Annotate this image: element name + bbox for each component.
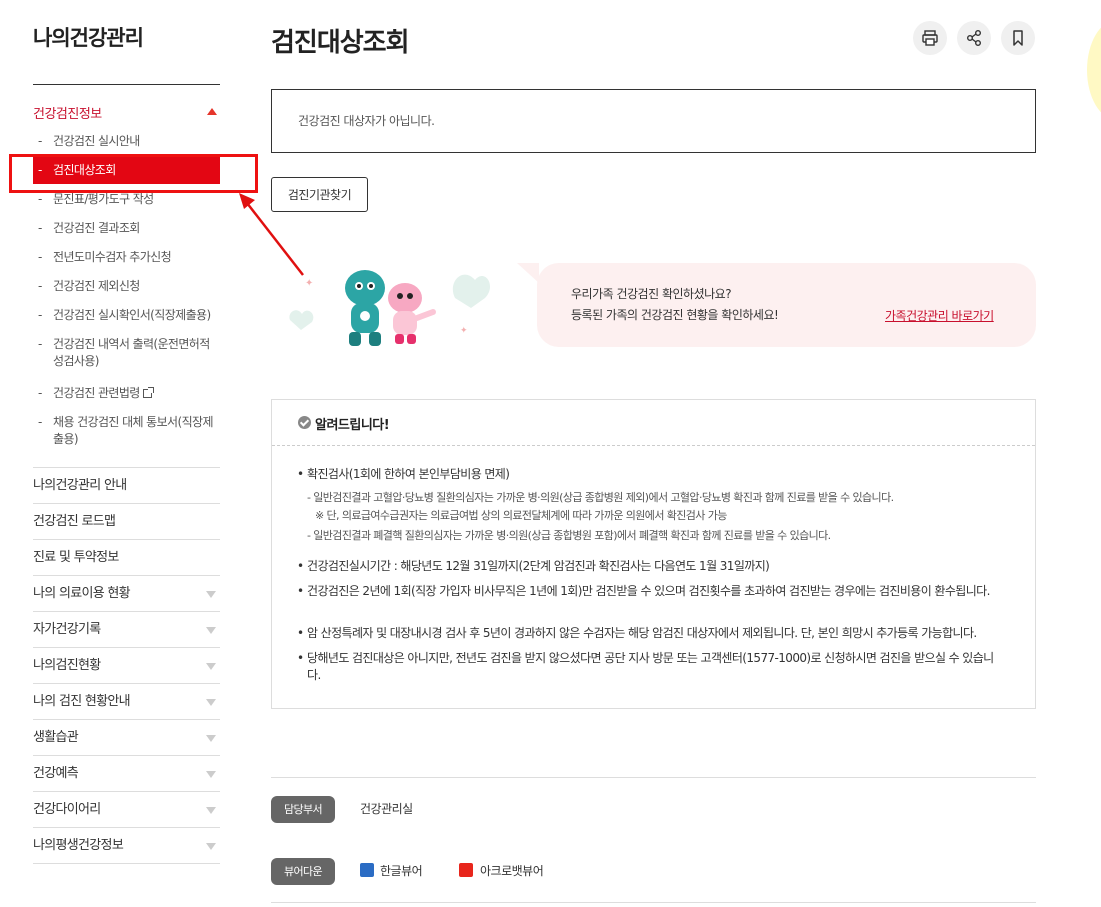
result-notice-text: 건강검진 대상자가 아닙니다. <box>298 114 435 128</box>
info-subline: - 일반검진결과 고혈압·당뇨병 질환의심자는 가까운 병·의원(상급 종합병원… <box>307 491 894 504</box>
bookmark-button[interactable] <box>1001 21 1035 55</box>
family-health-link[interactable]: 가족건강관리 바로가기 <box>885 307 994 324</box>
pdf-viewer-icon <box>459 863 473 877</box>
chevron-down-icon <box>206 771 216 778</box>
submenu-item[interactable]: - 건강검진 실시확인서(직장제출용) <box>38 307 220 324</box>
info-bullet: 건강검진은 2년에 1회(직장 가입자 비사무직은 1년에 1회)만 검진받을 … <box>297 583 1007 600</box>
submenu-item[interactable]: - 채용 건강검진 대체 통보서(직장제출용) <box>38 414 220 448</box>
print-button[interactable] <box>913 21 947 55</box>
chevron-down-icon <box>206 663 216 670</box>
footer-divider-bottom <box>271 902 1036 903</box>
menu-item[interactable]: 나의 의료이용 현황 <box>33 576 220 612</box>
acrobat-viewer-link[interactable]: 아크로뱃뷰어 <box>480 862 544 879</box>
result-notice-box: 건강검진 대상자가 아닙니다. <box>271 89 1036 153</box>
menu-item[interactable]: 나의평생건강정보 <box>33 828 220 864</box>
banner-line1: 우리가족 건강검진 확인하셨나요? <box>571 287 732 301</box>
hwp-viewer-icon <box>360 863 374 877</box>
info-bullet: 당해년도 검진대상은 아니지만, 전년도 검진을 받지 않으셨다면 공단 지사 … <box>297 650 1007 684</box>
chevron-down-icon <box>206 807 216 814</box>
decorative-circle <box>1087 20 1101 120</box>
section-label: 건강검진정보 <box>33 107 102 122</box>
collapse-triangle-icon <box>207 108 217 115</box>
share-button[interactable] <box>957 21 991 55</box>
bookmark-icon <box>1013 30 1023 46</box>
submenu-item[interactable]: - 건강검진 제외신청 <box>38 278 220 295</box>
info-bullet: 암 산정특례자 및 대장내시경 검사 후 5년이 경과하지 않은 수검자는 해당… <box>297 625 1007 642</box>
info-subline: ※ 단, 의료급여수급권자는 의료급여법 상의 의료전달체계에 따라 가까운 의… <box>315 509 727 522</box>
hwp-viewer-link[interactable]: 한글뷰어 <box>380 862 423 879</box>
submenu-item[interactable]: - 건강검진 내역서 출력(운전면허적성검사용) <box>38 336 220 370</box>
menu-item[interactable]: 진료 및 투약정보 <box>33 540 220 576</box>
menu-item[interactable]: 건강예측 <box>33 756 220 792</box>
svg-text:✦: ✦ <box>460 326 468 336</box>
mascot-illustration: ✦ ✦ <box>289 270 491 346</box>
info-subline: - 일반검진결과 폐결핵 질환의심자는 가까운 병·의원(상급 종합병원 포함)… <box>307 529 831 542</box>
menu-item[interactable]: 나의건강관리 안내 <box>33 468 220 504</box>
submenu-item[interactable]: - 건강검진 실시안내 <box>38 133 220 150</box>
chevron-down-icon <box>206 735 216 742</box>
external-link-icon <box>142 387 154 398</box>
menu-item[interactable]: 나의 검진 현황안내 <box>33 684 220 720</box>
chevron-down-icon <box>206 591 216 598</box>
family-health-banner: 우리가족 건강검진 확인하셨나요? 등록된 가족의 건강검진 현황을 확인하세요… <box>517 263 1036 347</box>
annotation-highlight-box <box>9 154 258 193</box>
submenu-item[interactable]: - 건강검진 관련법령 <box>38 385 220 402</box>
menu-item[interactable]: 나의검진현황 <box>33 648 220 684</box>
info-bullet: 건강검진실시기간 : 해당년도 12월 31일까지(2단계 암검진과 확진검사는… <box>297 558 1007 575</box>
info-bullet: 확진검사(1회에 한하여 본인부담비용 면제) <box>297 466 1007 483</box>
printer-icon <box>922 30 938 46</box>
page-title: 검진대상조회 <box>271 28 410 58</box>
sidebar-main-menu: 나의건강관리 안내 건강검진 로드맵 진료 및 투약정보 나의 의료이용 현황 … <box>33 467 220 864</box>
submenu-item[interactable]: - 전년도미수검자 추가신청 <box>38 249 220 266</box>
sidebar-section-health-checkup[interactable]: 건강검진정보 <box>33 103 220 123</box>
menu-item[interactable]: 생활습관 <box>33 720 220 756</box>
chevron-down-icon <box>206 843 216 850</box>
menu-item[interactable]: 자가건강기록 <box>33 612 220 648</box>
footer-divider <box>271 777 1036 778</box>
dept-value: 건강관리실 <box>360 802 413 816</box>
svg-text:✦: ✦ <box>305 278 313 289</box>
check-circle-icon <box>298 416 311 429</box>
dept-label-pill: 담당부서 <box>271 796 335 823</box>
menu-item[interactable]: 건강검진 로드맵 <box>33 504 220 540</box>
share-icon <box>967 30 981 46</box>
submenu-item[interactable]: - 문진표/평가도구 작성 <box>38 191 220 208</box>
viewer-label-pill: 뷰어다운 <box>271 858 335 885</box>
chevron-down-icon <box>206 699 216 706</box>
sidebar-title: 나의건강관리 <box>33 26 144 50</box>
info-header: 알려드립니다! <box>272 400 1035 446</box>
banner-line2: 등록된 가족의 건강검진 현황을 확인하세요! <box>571 308 779 322</box>
chevron-down-icon <box>206 627 216 634</box>
info-notice-box: 알려드립니다! 확진검사(1회에 한하여 본인부담비용 면제) - 일반검진결과… <box>271 399 1036 709</box>
submenu-item[interactable]: - 건강검진 결과조회 <box>38 220 220 237</box>
info-title: 알려드립니다! <box>315 418 390 433</box>
sidebar-divider <box>33 84 220 85</box>
find-checkup-institution-button[interactable]: 검진기관찾기 <box>271 177 368 212</box>
menu-item[interactable]: 건강다이어리 <box>33 792 220 828</box>
